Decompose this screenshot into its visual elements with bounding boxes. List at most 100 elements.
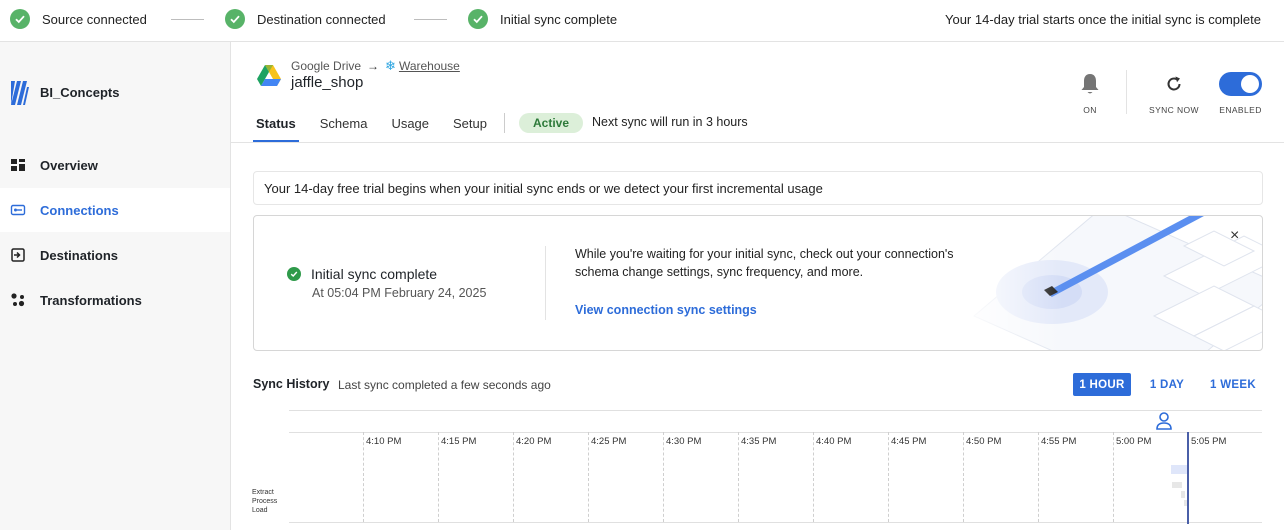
step-initial-sync-complete: Initial sync complete — [468, 9, 617, 29]
sidebar-item-overview[interactable]: Overview — [0, 143, 230, 187]
card-divider — [545, 246, 546, 320]
tab-divider — [504, 113, 505, 133]
enabled-toggle-control[interactable]: ENABLED — [1219, 72, 1262, 115]
timeline-gridline — [1038, 432, 1039, 522]
sidebar-item-label: Destinations — [40, 247, 119, 263]
timeline-gridline — [813, 432, 814, 522]
timeline-gridline — [738, 432, 739, 522]
step-label: Initial sync complete — [500, 11, 618, 27]
initial-sync-title: Initial sync complete — [311, 266, 438, 282]
close-icon[interactable]: × — [1230, 228, 1239, 244]
sidebar-item-transformations[interactable]: Transformations — [0, 278, 230, 322]
load-bar[interactable] — [1181, 491, 1185, 498]
connection-tabs: Status Schema Usage Setup Active Next sy… — [253, 112, 748, 144]
brand-logo-icon — [11, 81, 29, 105]
load-bar-tail[interactable] — [1184, 500, 1187, 506]
row-label-process: Process — [252, 498, 278, 505]
row-label-load: Load — [252, 507, 268, 514]
arrow-right-icon: → — [367, 59, 380, 73]
timeline-bottom-rule — [289, 522, 1262, 523]
timeline-tick-label: 5:05 PM — [1191, 436, 1227, 447]
step-source-connected: Source connected — [10, 9, 147, 29]
step-connector — [171, 19, 204, 20]
setup-progress-bar: Source connected Destination connected I… — [0, 0, 1284, 42]
current-time-marker — [1187, 432, 1189, 524]
sidebar-item-connections[interactable]: Connections — [0, 188, 230, 232]
timeline-tick-label: 4:25 PM — [591, 436, 627, 447]
sidebar-item-destinations[interactable]: Destinations — [0, 233, 230, 277]
controls-divider — [1126, 70, 1127, 114]
sync-history-timeline: 4:10 PM 4:15 PM 4:20 PM 4:25 PM 4:30 PM 4:35 … — [231, 410, 1284, 530]
timeline-tick-label: 5:00 PM — [1116, 436, 1152, 447]
timeline-axis — [289, 432, 1262, 433]
timeline-tick-label: 4:50 PM — [966, 436, 1002, 447]
tab-usage[interactable]: Usage — [388, 112, 432, 143]
sidebar-item-label: Overview — [40, 157, 98, 173]
tab-schema[interactable]: Schema — [317, 112, 371, 143]
range-1-day-button[interactable]: 1 DAY — [1143, 373, 1191, 396]
timeline-tick-label: 4:10 PM — [366, 436, 402, 447]
timeline-top-rule — [289, 410, 1262, 411]
timeline-tick-label: 4:20 PM — [516, 436, 552, 447]
trial-notice: Your 14-day trial starts once the initia… — [944, 12, 1261, 27]
range-1-week-button[interactable]: 1 WEEK — [1205, 373, 1261, 396]
trial-banner: Your 14-day free trial begins when your … — [253, 171, 1263, 205]
dashboard-icon — [10, 157, 26, 173]
timeline-gridline — [513, 432, 514, 522]
connection-breadcrumb: Google Drive → ❄ Warehouse — [291, 58, 460, 74]
refresh-icon — [1164, 72, 1184, 96]
connections-icon — [10, 202, 26, 218]
step-destination-connected: Destination connected — [225, 9, 386, 29]
step-label: Source connected — [42, 11, 147, 27]
google-drive-icon — [257, 65, 281, 86]
check-circle-icon — [468, 9, 488, 29]
timeline-tick-label: 4:35 PM — [741, 436, 777, 447]
connection-name: jaffle_shop — [291, 74, 364, 91]
user-icon[interactable] — [1155, 411, 1173, 434]
main-content: Google Drive → ❄ Warehouse jaffle_shop S… — [231, 42, 1284, 530]
timeline-gridline — [588, 432, 589, 522]
step-connector — [414, 19, 447, 20]
workspace-name: BI_Concepts — [40, 84, 120, 100]
destination-link[interactable]: Warehouse — [399, 59, 460, 73]
view-sync-settings-link[interactable]: View connection sync settings — [575, 303, 757, 317]
sync-history-subtitle: Last sync completed a few seconds ago — [338, 378, 551, 392]
initial-sync-message: While you're waiting for your initial sy… — [575, 247, 954, 279]
destinations-icon — [10, 247, 26, 263]
process-bar[interactable] — [1172, 482, 1182, 488]
sync-now-button[interactable]: SYNC NOW — [1149, 72, 1199, 115]
timeline-tick-label: 4:15 PM — [441, 436, 477, 447]
notifications-control[interactable]: ON — [1079, 72, 1101, 115]
tab-setup[interactable]: Setup — [450, 112, 490, 143]
row-label-extract: Extract — [252, 489, 274, 496]
timeline-gridline — [438, 432, 439, 522]
check-circle-icon — [10, 9, 30, 29]
timeline-tick-label: 4:30 PM — [666, 436, 702, 447]
timeline-gridline — [963, 432, 964, 522]
tab-status[interactable]: Status — [253, 112, 299, 143]
sync-now-label: SYNC NOW — [1149, 105, 1199, 115]
check-circle-icon — [225, 9, 245, 29]
check-circle-icon — [287, 267, 301, 281]
timeline-tick-label: 4:55 PM — [1041, 436, 1077, 447]
snowflake-icon: ❄ — [385, 58, 396, 73]
workspace-brand[interactable]: BI_Concepts — [9, 77, 119, 107]
range-1-hour-button[interactable]: 1 HOUR — [1073, 373, 1131, 396]
sync-history-title: Sync History — [253, 377, 330, 391]
timeline-gridline — [663, 432, 664, 522]
sidebar-item-label: Connections — [40, 202, 119, 218]
enabled-toggle[interactable] — [1219, 72, 1262, 96]
status-badge: Active — [519, 113, 584, 133]
timeline-gridline — [363, 432, 364, 522]
bell-icon — [1079, 72, 1101, 96]
sidebar: BI_Concepts Overview Connections Destina… — [0, 42, 231, 530]
sync-illustration — [954, 216, 1262, 350]
extract-bar[interactable] — [1171, 465, 1187, 474]
next-sync-text: Next sync will run in 3 hours — [592, 115, 748, 129]
transformations-icon — [10, 292, 26, 308]
initial-sync-timestamp: At 05:04 PM February 24, 2025 — [312, 286, 487, 300]
notifications-label: ON — [1083, 105, 1097, 115]
initial-sync-status: Initial sync complete — [287, 266, 437, 282]
sidebar-item-label: Transformations — [40, 292, 142, 308]
enabled-label: ENABLED — [1219, 105, 1262, 115]
